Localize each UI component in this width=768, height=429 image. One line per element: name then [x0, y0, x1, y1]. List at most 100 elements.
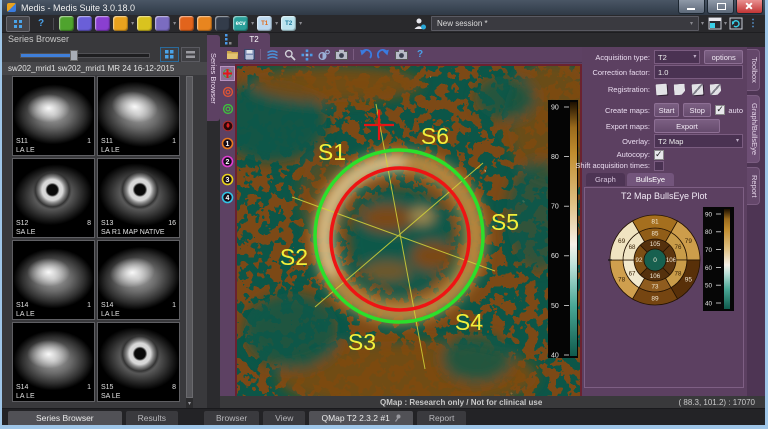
layout-dropdown-arrow[interactable]: ▾ [724, 21, 727, 27]
pan-icon[interactable] [301, 49, 313, 61]
side-tab-graph-bullseye[interactable]: Graph/BullsEye [747, 95, 760, 163]
t2-map-image[interactable]: S1 S2 S3 S4 S5 S6 908070605040 [237, 66, 580, 396]
correction-factor-input[interactable]: 1.0 [654, 65, 743, 79]
slider-knob[interactable] [70, 50, 78, 61]
minimize-button[interactable] [678, 0, 705, 14]
series-thumbnail[interactable]: S12SA LE8 [12, 158, 95, 238]
save-icon[interactable] [244, 49, 255, 60]
series-thumbnail[interactable]: S15SA LE8 [97, 322, 180, 402]
app-icon-ecv[interactable]: ecv [233, 16, 248, 31]
registration-none-button[interactable] [654, 83, 669, 97]
app-icon-3[interactable] [95, 16, 110, 31]
acquisition-type-select[interactable]: T2▾ [654, 50, 700, 64]
tab-graph[interactable]: Graph [586, 173, 625, 186]
bottom-tab-qmap-t2-2-3-2-1[interactable]: QMap T2 2.3.2 #1 [309, 411, 412, 425]
tab-t2[interactable]: T2 [238, 33, 270, 47]
app-icon-7[interactable] [179, 16, 194, 31]
thumbnail-size-slider[interactable] [20, 53, 150, 58]
flame-roi-icon[interactable] [222, 120, 234, 132]
study-label[interactable]: sw202_mrid1 sw202_mrid1 MR 24 16-12-2015 [2, 62, 207, 75]
shift-acquisition-checkbox[interactable] [654, 161, 664, 171]
right-dock-tabs: Toolbox Graph/BullsEye Report [747, 47, 765, 396]
open-icon[interactable] [226, 49, 239, 60]
roi-3-icon[interactable]: 3 [221, 173, 234, 186]
t2-map-viewport[interactable]: S1 S2 S3 S4 S5 S6 908070605040 [235, 64, 582, 398]
window-level-icon[interactable] [318, 49, 330, 61]
help-icon[interactable]: ? [38, 18, 44, 29]
app-icon-8[interactable] [197, 16, 212, 31]
start-button[interactable]: Start [654, 103, 679, 117]
app-icon-ecv-dropdown[interactable]: ▾ [251, 21, 254, 27]
app-icon-t1[interactable]: T1 [257, 16, 272, 31]
viewer-help-icon[interactable]: ? [417, 49, 423, 60]
autocopy-checkbox[interactable] [654, 150, 664, 160]
app-icon-9[interactable] [215, 16, 230, 31]
movie-snapshot-icon[interactable] [395, 49, 408, 60]
magnifier-icon[interactable] [284, 49, 296, 61]
series-thumbnail[interactable]: S14LA LE1 [12, 240, 95, 320]
app-icon-4[interactable] [113, 16, 128, 31]
contours-icon[interactable] [266, 49, 279, 60]
layout-icon[interactable] [708, 17, 722, 30]
app-icon-t2[interactable]: T2 [281, 16, 296, 31]
bullseye-plot[interactable]: 105106106928576787367688179958978690 908… [587, 203, 741, 318]
epi-contour-icon[interactable] [222, 103, 234, 115]
app-launcher-button[interactable] [6, 16, 30, 32]
stop-button[interactable]: Stop [683, 103, 711, 117]
session-dropdown-arrow[interactable]: ▾ [701, 21, 704, 27]
app-icon-t2-dropdown[interactable]: ▾ [299, 21, 302, 27]
registration-rigid-button[interactable] [672, 83, 687, 97]
session-select[interactable]: New session * ▾ [431, 16, 699, 31]
pin-icon[interactable] [394, 414, 401, 422]
side-tab-toolbox[interactable]: Toolbox [747, 49, 760, 91]
registration-affine-button[interactable] [690, 83, 705, 97]
scrollbar-thumb[interactable] [186, 76, 193, 398]
menu-kebab-icon[interactable]: ⋮ [748, 18, 758, 29]
undo-icon[interactable] [359, 49, 372, 60]
close-button[interactable] [736, 0, 763, 14]
redo-icon[interactable] [377, 49, 390, 60]
series-browser-panel: Series Browser sw202_mrid1 sw202_mrid1 M… [2, 33, 207, 409]
grid-view-button[interactable] [160, 47, 179, 62]
series-thumbnail[interactable]: S11LA LE1 [97, 76, 180, 156]
app-icon-6-dropdown[interactable]: ▾ [173, 21, 176, 27]
reset-layout-icon[interactable] [729, 17, 743, 30]
app-icon-2[interactable] [77, 16, 92, 31]
series-browser-vertical-tab[interactable]: Series Browser [207, 35, 220, 121]
export-button[interactable]: Export [654, 119, 720, 133]
side-tab-report[interactable]: Report [747, 167, 760, 206]
series-thumbnail[interactable]: S14LA LE1 [12, 322, 95, 402]
thumbnail-series-number: S15 [101, 384, 113, 391]
bottom-tab-view[interactable]: View [263, 411, 305, 425]
snapshot-icon[interactable] [335, 49, 348, 60]
scrollbar-down-arrow[interactable]: ▾ [186, 400, 193, 408]
series-thumbnail[interactable]: S11LA LE1 [12, 76, 95, 156]
session-value: New session * [437, 19, 488, 28]
roi-4-icon[interactable]: 4 [221, 191, 234, 204]
app-icon-6[interactable] [155, 16, 170, 31]
overlay-select[interactable]: T2 Map▾ [654, 134, 743, 148]
auto-checkbox[interactable] [715, 105, 725, 115]
thumbnail-scrollbar[interactable]: ▾ [186, 76, 193, 408]
series-thumbnail[interactable]: S13SA R1 MAP NATIVE16 [97, 158, 180, 238]
options-button[interactable]: options [704, 50, 743, 64]
bottom-tab-report[interactable]: Report [417, 411, 467, 425]
app-icon-5[interactable] [137, 16, 152, 31]
bottom-tab-results[interactable]: Results [126, 411, 178, 425]
maximize-button[interactable] [707, 0, 734, 14]
roi-1-icon[interactable]: 1 [221, 137, 234, 150]
series-thumbnail[interactable]: S14LA LE1 [97, 240, 180, 320]
list-view-button[interactable] [181, 47, 200, 62]
registration-deform-button[interactable] [708, 83, 723, 97]
tab-list-icon[interactable] [225, 34, 232, 45]
app-icon-1[interactable] [59, 16, 74, 31]
bottom-tab-browser[interactable]: Browser [204, 411, 259, 425]
endo-contour-icon[interactable] [222, 86, 234, 98]
app-icon-4-dropdown[interactable]: ▾ [131, 21, 134, 27]
contour-tool-strip: 1 2 3 4 [220, 63, 235, 396]
add-point-tool-selected[interactable] [220, 66, 235, 81]
bottom-tab-series-browser[interactable]: Series Browser [8, 411, 122, 425]
roi-2-icon[interactable]: 2 [221, 155, 234, 168]
app-icon-t1-dropdown[interactable]: ▾ [275, 21, 278, 27]
tab-bullseye[interactable]: BullsEye [627, 173, 674, 186]
